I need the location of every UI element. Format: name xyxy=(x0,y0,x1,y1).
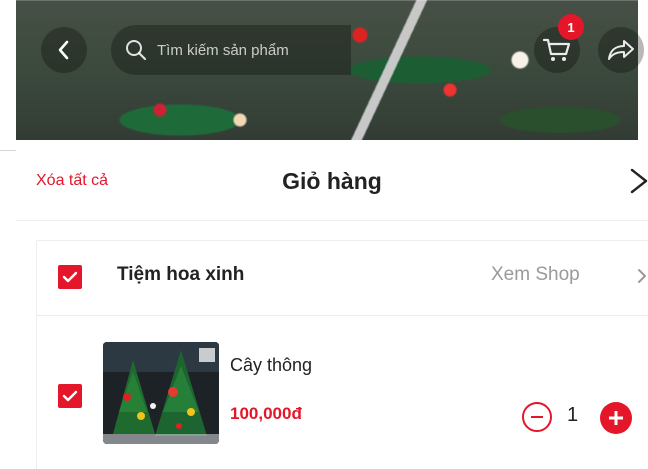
search-bar[interactable]: Tìm kiếm sản phẩm xyxy=(111,25,351,75)
plus-icon xyxy=(609,411,623,425)
decrease-quantity-button[interactable] xyxy=(522,402,552,432)
check-icon xyxy=(62,390,78,402)
minus-icon xyxy=(531,416,543,418)
search-icon xyxy=(125,39,147,61)
chevron-right-icon[interactable] xyxy=(637,268,647,284)
banner-edge-right xyxy=(638,0,648,150)
cart-icon xyxy=(542,38,571,61)
shop-group: Tiệm hoa xinh Xem Shop Cây thông 100,000… xyxy=(36,240,648,469)
product-name: Cây thông xyxy=(230,355,313,375)
view-shop-link[interactable]: Xem Shop xyxy=(491,264,580,286)
check-icon xyxy=(62,271,78,283)
shop-name: Tiệm hoa xinh xyxy=(117,264,245,285)
cart-item-row: Cây thông 100,000đ 1 xyxy=(37,315,648,469)
cart-sheet-header: Xóa tất cả Giỏ hàng xyxy=(16,140,648,221)
share-button[interactable] xyxy=(598,27,644,73)
product-banner-image xyxy=(0,0,648,150)
shop-checkbox[interactable] xyxy=(58,265,82,289)
product-price: 100,000đ xyxy=(230,404,302,423)
share-icon xyxy=(608,40,634,60)
cart-sheet: Xóa tất cả Giỏ hàng Tiệm hoa xinh Xem Sh… xyxy=(16,140,648,469)
sheet-title: Giỏ hàng xyxy=(282,168,382,194)
item-checkbox[interactable] xyxy=(58,384,82,408)
close-icon[interactable] xyxy=(628,166,648,196)
increase-quantity-button[interactable] xyxy=(600,402,632,434)
banner-edge-left xyxy=(0,0,16,150)
quantity-value: 1 xyxy=(567,404,579,426)
product-thumbnail[interactable] xyxy=(103,342,219,444)
cart-count-badge: 1 xyxy=(558,14,584,40)
back-button[interactable] xyxy=(41,27,87,73)
search-placeholder: Tìm kiếm sản phẩm xyxy=(157,41,289,59)
shop-header-row: Tiệm hoa xinh Xem Shop xyxy=(37,241,648,316)
back-icon xyxy=(58,40,69,60)
